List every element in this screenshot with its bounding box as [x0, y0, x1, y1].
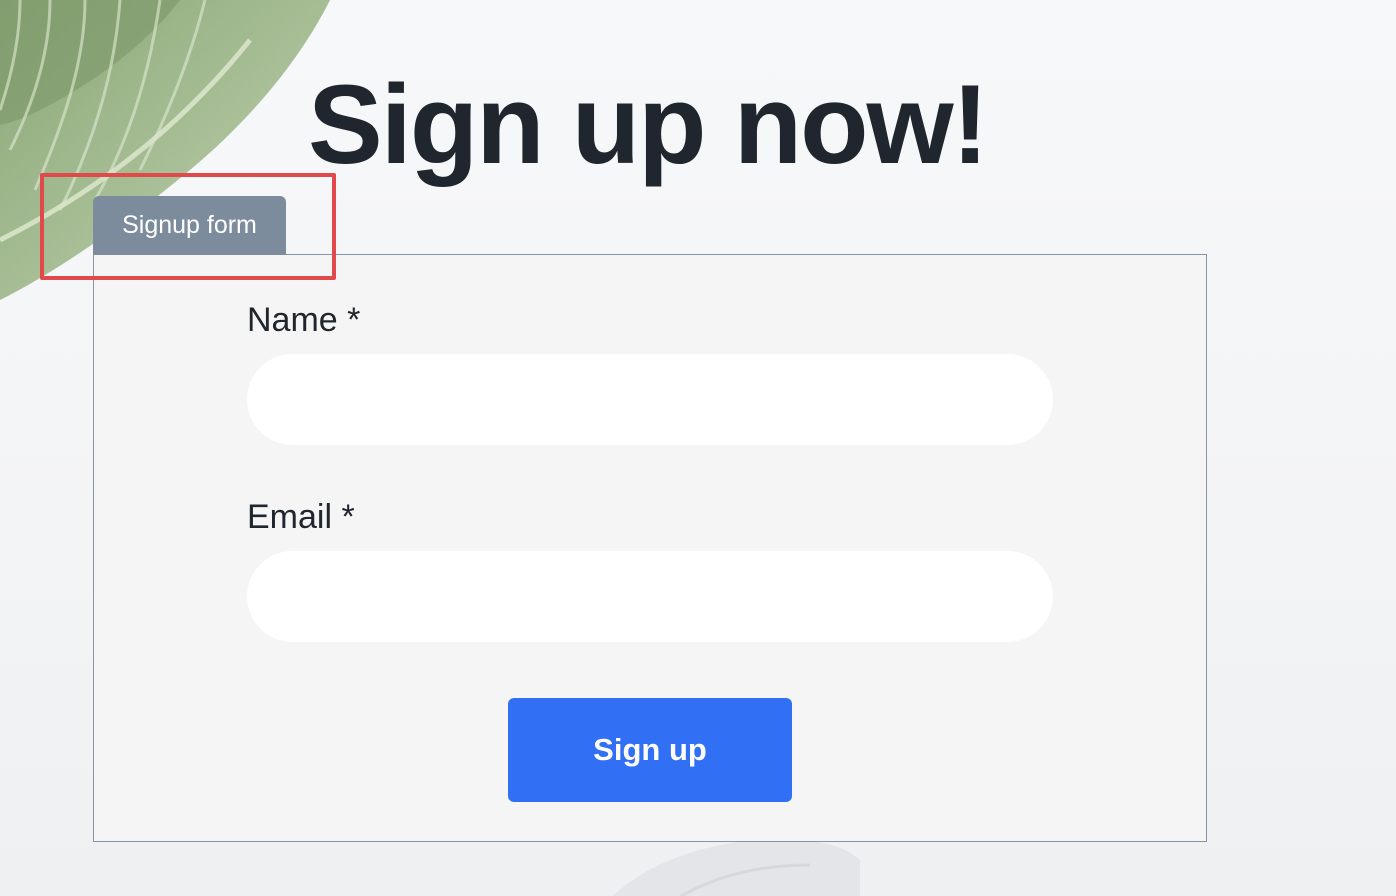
signup-form-tab-label: Signup form [122, 211, 257, 239]
name-input[interactable] [247, 354, 1053, 445]
page-title: Sign up now! [308, 62, 989, 187]
sign-up-button[interactable]: Sign up [508, 698, 792, 802]
email-field-label: Email * [247, 498, 355, 536]
name-field-label: Name * [247, 301, 361, 339]
email-input[interactable] [247, 551, 1053, 642]
signup-form-panel: Name * Email * Sign up [93, 254, 1207, 842]
signup-form-tab: Signup form [93, 196, 286, 255]
